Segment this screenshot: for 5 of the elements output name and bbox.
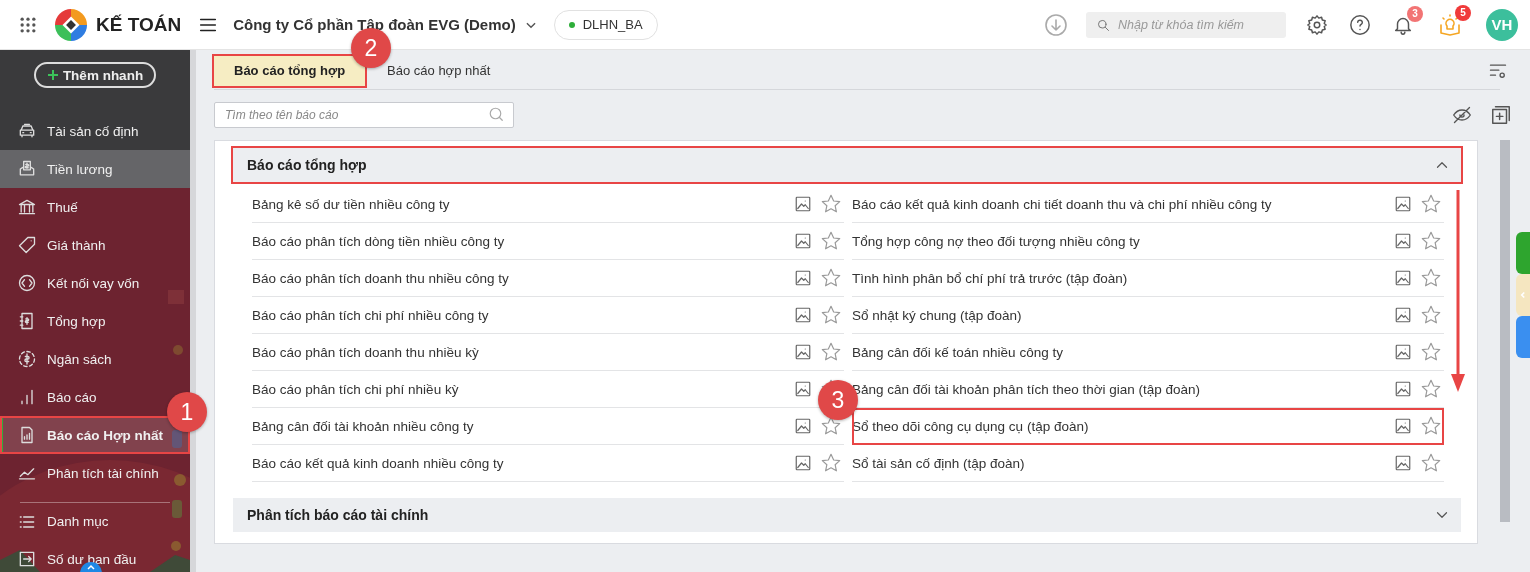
group-title: Báo cáo tổng hợp <box>247 157 367 173</box>
app-name: KẾ TOÁN <box>96 13 182 36</box>
group-title: Phân tích báo cáo tài chính <box>247 507 429 523</box>
tips-badge: 5 <box>1455 4 1471 21</box>
notification-badge: 3 <box>1407 5 1423 22</box>
